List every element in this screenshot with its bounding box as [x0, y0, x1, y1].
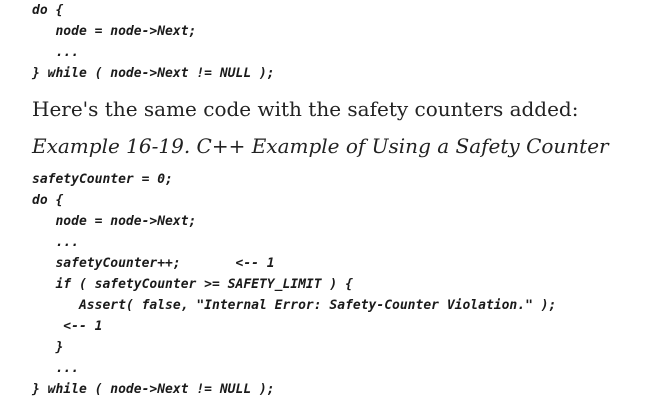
code-line: do {: [32, 3, 64, 18]
code-line: ...: [32, 361, 79, 376]
code-line: safetyCounter++; <-- 1: [32, 256, 275, 271]
code-line: node = node->Next;: [32, 24, 197, 39]
code-line: Assert( false, "Internal Error: Safety-C…: [32, 298, 557, 313]
code-line: ...: [32, 45, 79, 60]
example-caption: Example 16-19. C++ Example of Using a Sa…: [32, 134, 609, 158]
book-page: do { node = node->Next; ... } while ( nod…: [32, 0, 660, 404]
code-line: }: [32, 340, 64, 355]
code-line: if ( safetyCounter >= SAFETY_LIMIT ) {: [32, 277, 353, 292]
body-paragraph: Here's the same code with the safety cou…: [32, 97, 579, 121]
code-line: ...: [32, 235, 79, 250]
code-line: node = node->Next;: [32, 214, 197, 229]
code-line: } while ( node->Next != NULL );: [32, 382, 275, 397]
code-listing-safety-counter: safetyCounter = 0; do { node = node->Next…: [32, 169, 556, 400]
code-line: safetyCounter = 0;: [32, 172, 173, 187]
code-line: do {: [32, 193, 64, 208]
code-listing-before: do { node = node->Next; ... } while ( nod…: [32, 0, 275, 84]
code-line: <-- 1: [32, 319, 103, 334]
code-line: } while ( node->Next != NULL );: [32, 66, 275, 81]
